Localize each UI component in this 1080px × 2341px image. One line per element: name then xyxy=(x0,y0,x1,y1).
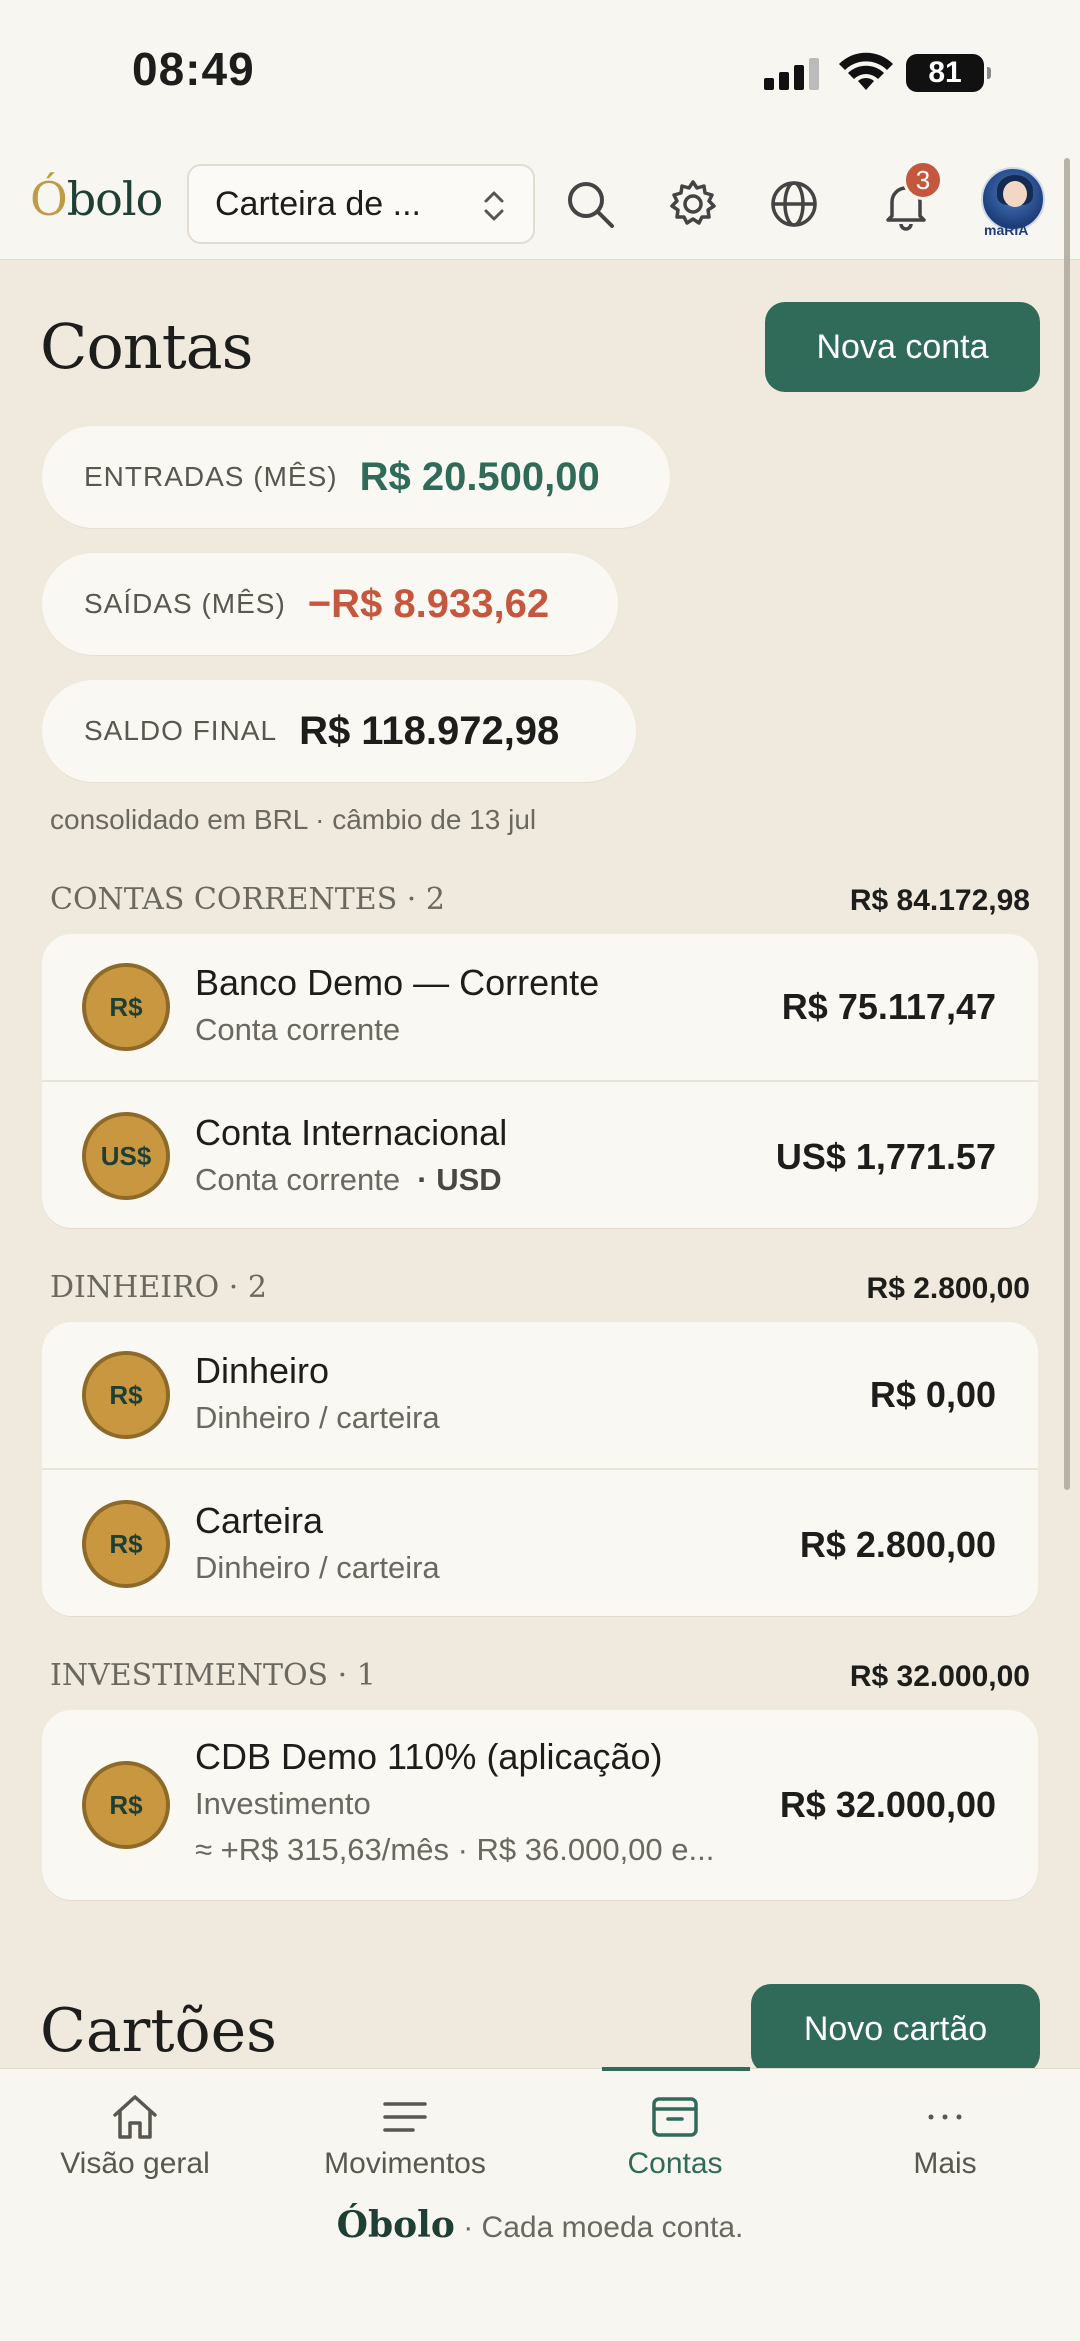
account-name: CDB Demo 110% (aplicação) xyxy=(195,1736,663,1777)
account-type: Investimento xyxy=(195,1786,371,1821)
search-icon[interactable] xyxy=(562,176,618,232)
account-row[interactable]: US$ Conta Internacional Conta corrente ·… xyxy=(42,1080,1038,1228)
status-time: 08:49 xyxy=(132,43,255,95)
summary-balance-value: R$ 118.972,98 xyxy=(299,708,560,753)
new-account-button[interactable]: Nova conta xyxy=(765,302,1040,392)
section-title-checking: CONTAS CORRENTES · 2 xyxy=(50,882,445,917)
footer-tagline: Óbolo · Cada moeda conta. xyxy=(0,2204,1080,2246)
consolidation-note: consolidado em BRL · câmbio de 13 jul xyxy=(50,804,537,835)
signal-icon xyxy=(764,58,820,90)
more-icon xyxy=(928,2114,962,2120)
avatar-label: maRIA xyxy=(984,222,1029,238)
app-logo[interactable]: Óbolo xyxy=(30,172,163,226)
scrollbar[interactable] xyxy=(1064,158,1070,1490)
account-name: Conta Internacional xyxy=(195,1112,508,1153)
tab-movements[interactable]: Movimentos xyxy=(270,2069,540,2199)
status-bar: 08:49 81 xyxy=(0,0,1080,150)
footer-slogan: · Cada moeda conta. xyxy=(463,2211,744,2244)
account-row[interactable]: R$ Banco Demo — Corrente Conta corrente … xyxy=(42,934,1038,1080)
currency-coin-icon: R$ xyxy=(82,1351,170,1439)
wifi-icon xyxy=(839,52,893,90)
tab-label: Contas xyxy=(627,2147,723,2180)
tab-label: Visão geral xyxy=(60,2147,210,2180)
investment-projection: ≈ +R$ 315,63/mês · R$ 36.000,00 e... xyxy=(195,1832,715,1867)
account-balance: R$ 32.000,00 xyxy=(779,1784,996,1825)
summary-income-pill: ENTRADAS (MÊS) R$ 20.500,00 xyxy=(42,426,670,528)
summary-expense-pill: SAÍDAS (MÊS) −R$ 8.933,62 xyxy=(42,553,618,655)
tab-accounts[interactable]: Contas xyxy=(540,2067,810,2199)
summary-balance-pill: SALDO FINAL R$ 118.972,98 xyxy=(42,680,636,782)
app-header: Óbolo Carteira de ... 3 maRIA xyxy=(0,150,1080,260)
account-balance: R$ 2.800,00 xyxy=(799,1524,996,1565)
account-balance: R$ 0,00 xyxy=(869,1374,996,1415)
account-name: Carteira xyxy=(195,1500,324,1541)
account-type: Dinheiro / carteira xyxy=(195,1550,440,1585)
battery-icon: 81 xyxy=(906,54,991,92)
tab-label: Mais xyxy=(913,2147,977,2180)
accounts-card-cash: R$ Dinheiro Dinheiro / carteira R$ 0,00 … xyxy=(42,1322,1038,1616)
summary-income-label: ENTRADAS (MÊS) xyxy=(84,461,338,492)
wallet-select[interactable]: Carteira de ... xyxy=(187,164,535,244)
cards-section-title: Cartões xyxy=(40,1996,277,2066)
tab-more[interactable]: Mais xyxy=(810,2069,1080,2199)
page-title: Contas xyxy=(40,310,253,383)
currency-coin-icon: US$ xyxy=(82,1112,170,1200)
globe-icon[interactable] xyxy=(766,176,822,232)
gear-icon[interactable] xyxy=(665,176,721,232)
currency-coin-icon: R$ xyxy=(82,963,170,1051)
wallet-icon xyxy=(652,2097,698,2137)
accounts-card-investments: R$ CDB Demo 110% (aplicação) Investiment… xyxy=(42,1710,1038,1900)
list-icon xyxy=(383,2102,427,2132)
summary-expense-label: SAÍDAS (MÊS) xyxy=(84,588,286,619)
account-row[interactable]: R$ CDB Demo 110% (aplicação) Investiment… xyxy=(42,1710,1038,1900)
account-name: Dinheiro xyxy=(195,1350,330,1391)
new-card-button[interactable]: Novo cartão xyxy=(751,1984,1040,2074)
home-icon xyxy=(113,2095,157,2139)
account-row[interactable]: R$ Dinheiro Dinheiro / carteira R$ 0,00 xyxy=(42,1322,1038,1468)
account-balance: R$ 75.117,47 xyxy=(781,986,996,1027)
summary-balance-label: SALDO FINAL xyxy=(84,715,278,746)
section-title-cash: DINHEIRO · 2 xyxy=(50,1270,267,1305)
accounts-card-checking: R$ Banco Demo — Corrente Conta corrente … xyxy=(42,934,1038,1228)
wallet-select-value: Carteira de ... xyxy=(215,184,421,223)
notification-badge: 3 xyxy=(903,160,943,200)
account-row[interactable]: R$ Carteira Dinheiro / carteira R$ 2.800… xyxy=(42,1468,1038,1616)
bottom-nav: Visão geral Movimentos Contas Mais Óbolo… xyxy=(0,2067,1080,2341)
account-currency: · USD xyxy=(417,1162,502,1197)
footer-brand: Óbolo xyxy=(336,2204,455,2246)
tab-label: Movimentos xyxy=(324,2147,486,2180)
account-name: Banco Demo — Corrente xyxy=(195,962,600,1003)
summary-income-value: R$ 20.500,00 xyxy=(359,454,600,499)
section-total-investments: R$ 32.000,00 xyxy=(849,1660,1030,1693)
currency-coin-icon: R$ xyxy=(82,1761,170,1849)
tab-overview[interactable]: Visão geral xyxy=(0,2069,270,2199)
account-type: Dinheiro / carteira xyxy=(195,1400,440,1435)
summary-expense-value: −R$ 8.933,62 xyxy=(307,581,550,626)
section-total-cash: R$ 2.800,00 xyxy=(866,1272,1030,1305)
account-type: Conta corrente xyxy=(195,1012,401,1047)
account-type: Conta corrente · USD xyxy=(195,1162,502,1197)
currency-coin-icon: R$ xyxy=(82,1500,170,1588)
account-balance: US$ 1,771.57 xyxy=(775,1136,996,1177)
section-title-investments: INVESTIMENTOS · 1 xyxy=(50,1658,376,1693)
chevron-up-down-icon xyxy=(484,191,504,221)
section-total-checking: R$ 84.172,98 xyxy=(849,884,1030,917)
